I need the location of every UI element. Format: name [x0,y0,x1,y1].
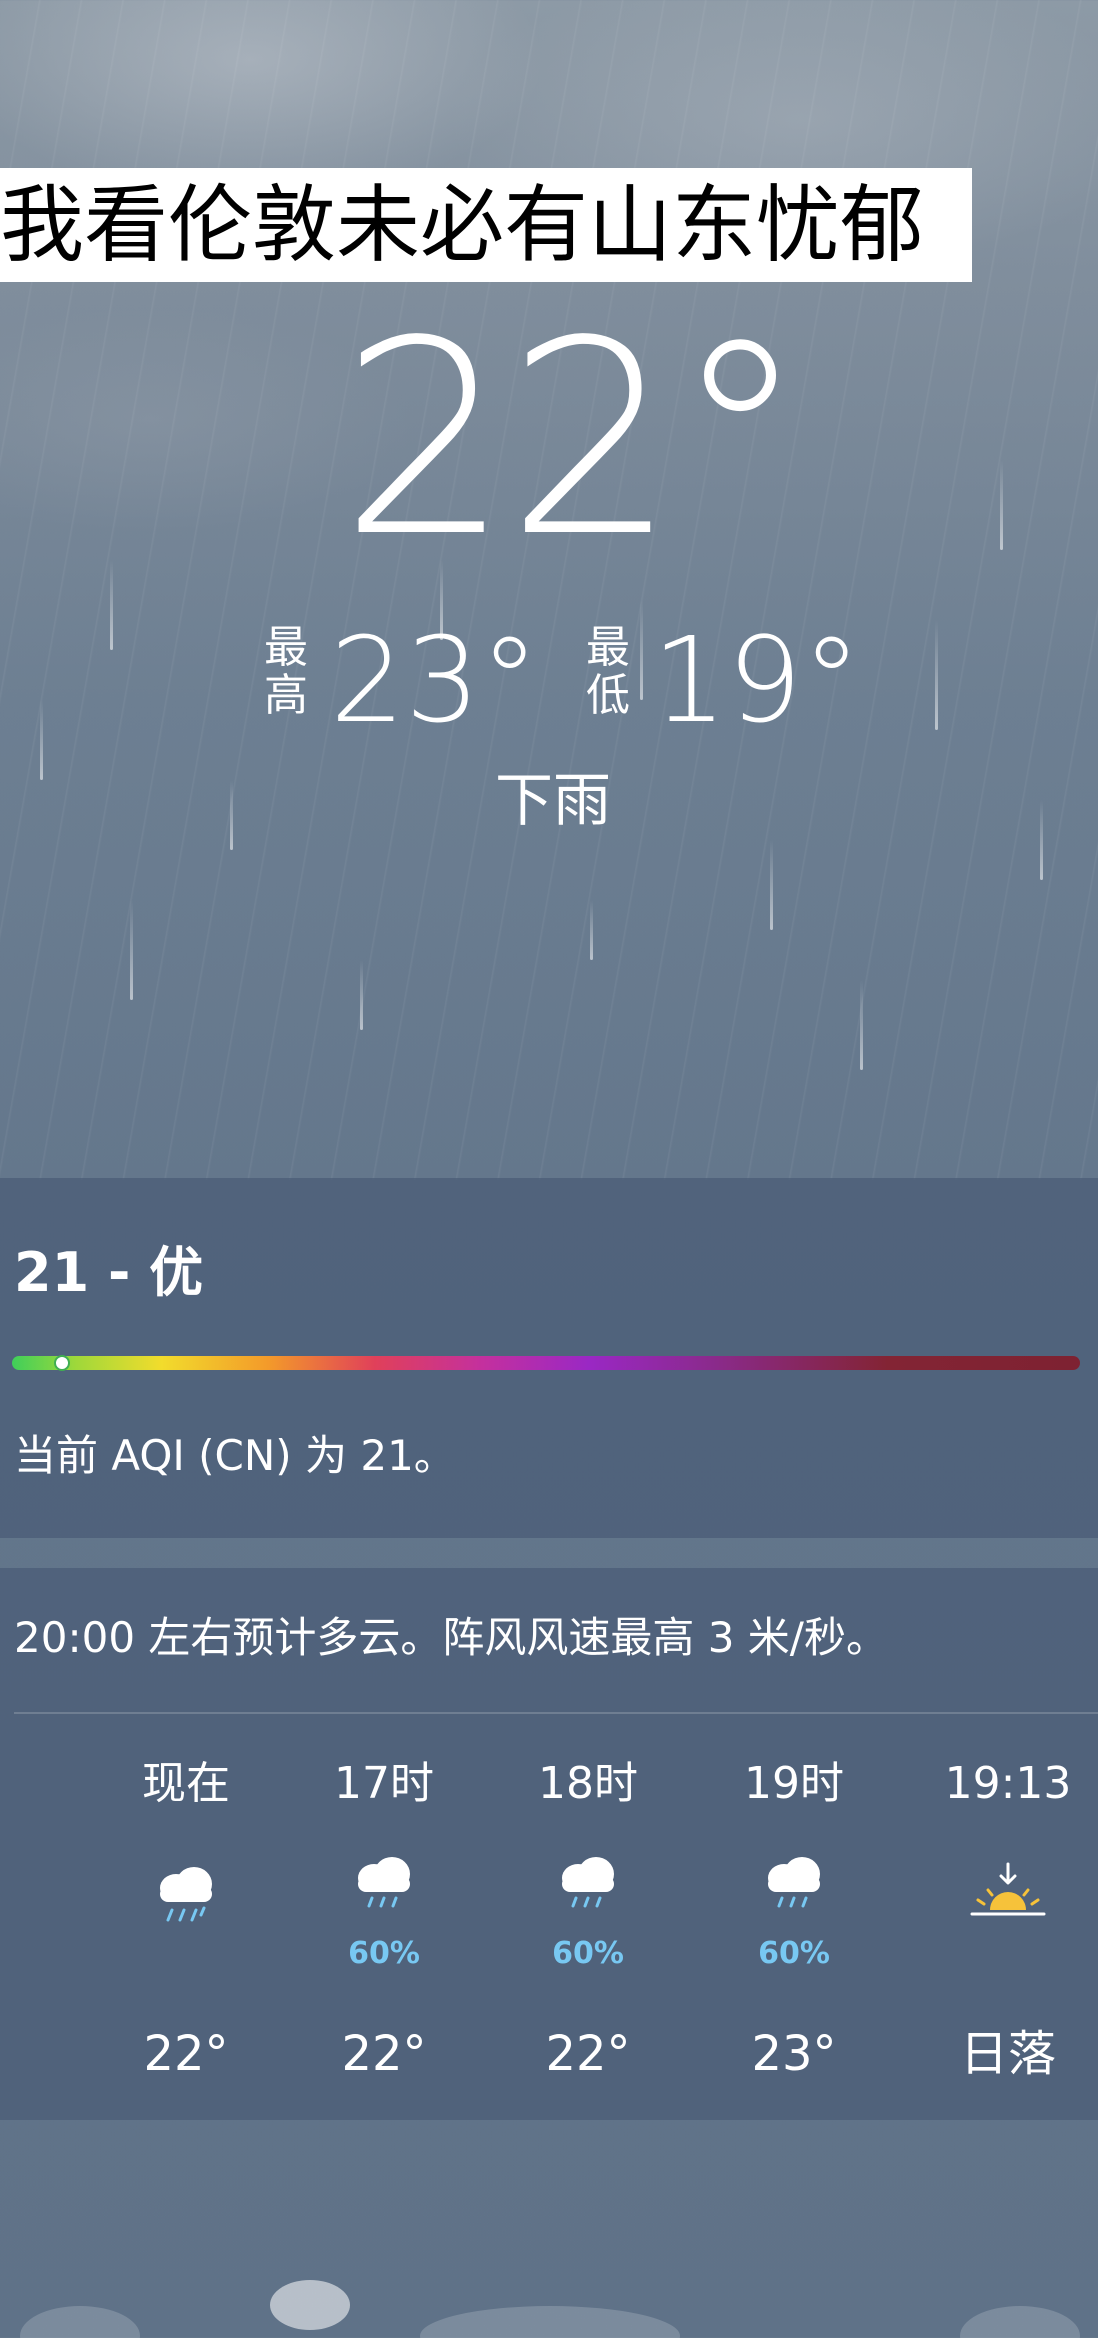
hourly-item-now: 现在 22° [96,1752,276,2092]
rain-cloud-icon [768,1857,820,1908]
bottom-toolbar [0,2270,1098,2338]
hourly-item-18: 18时 60% 22° [498,1752,678,2092]
hour-label: 19:13 [944,1758,1072,1809]
rain-cloud-icon [562,1857,614,1908]
aqi-value: 21 - 优 [14,1241,204,1304]
hour-label: 现在 [142,1758,230,1809]
aqi-scale-bar [12,1356,1080,1370]
hour-label: 18时 [538,1758,638,1809]
page-indicator[interactable] [420,2306,680,2338]
list-button[interactable] [960,2306,1080,2338]
hour-temperature: 22° [545,2026,631,2082]
rain-cloud-icon [160,1867,212,1922]
map-button[interactable] [20,2306,140,2338]
aqi-indicator-dot [54,1355,70,1371]
hourly-item-17: 17时 60% 22° [294,1752,474,2092]
precipitation-chance: 60% [758,1936,830,1971]
low-label: 最低 [586,622,630,721]
low-temperature: 最低 19° [586,620,886,740]
hourly-divider [14,1712,1098,1714]
hour-temperature: 22° [143,2026,229,2082]
current-temperature: 22° [340,284,807,596]
hour-temperature: 23° [751,2026,837,2082]
high-value: 23° [330,611,540,749]
low-value: 19° [652,611,862,749]
hour-temperature: 22° [341,2026,427,2082]
sunset-label: 日落 [959,2026,1056,2082]
cloud-icon [270,2280,350,2330]
hourly-item-sunset: 19:13 日落 [918,1752,1098,2092]
caption-banner: 我看伦敦未必有山东忧郁 [0,168,972,282]
hourly-item-19: 19时 60% 23° [704,1752,884,2092]
hour-label: 19时 [744,1758,844,1809]
hour-label: 17时 [334,1758,434,1809]
aqi-description: 当前 AQI (CN) 为 21。 [14,1431,456,1480]
hourly-summary: 20:00 左右预计多云。阵风风速最高 3 米/秒。 [14,1613,888,1662]
high-temperature: 最高 23° [264,620,564,740]
high-label: 最高 [264,622,308,721]
sunset-icon [970,1862,1046,1916]
precipitation-chance: 60% [348,1936,420,1971]
weather-condition: 下雨 [494,766,611,834]
rain-cloud-icon [358,1857,410,1908]
precipitation-chance: 60% [552,1936,624,1971]
